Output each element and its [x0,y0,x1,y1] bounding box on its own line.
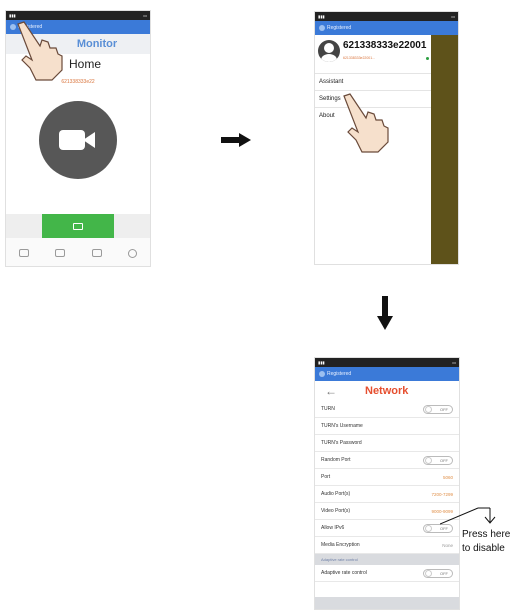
setting-label: Video Port(s) [321,508,351,514]
port-value: 5060 [442,474,453,480]
setting-label: TURN [321,406,335,412]
action-bar [6,214,150,238]
callout-text: Press here to disable [462,528,510,556]
setting-row-turn-password[interactable]: TURN's Password [315,435,459,452]
callout-pointer [440,507,496,525]
registered-label: Registered [327,371,352,377]
video-camera-icon [59,130,85,150]
setting-row-media-encryption[interactable]: Media Encryption None [315,537,459,554]
dimmed-background[interactable] [431,35,458,264]
section-header: Adaptive rate control [315,554,459,565]
registered-label: Registered [327,25,352,31]
avatar [318,40,340,62]
setting-label: Adaptive rate control [321,570,367,576]
signal-icon: ▮▮▮ [9,13,16,18]
settings-icon[interactable] [127,248,137,258]
pointing-hand-icon [343,93,389,153]
setting-row-audio-ports[interactable]: Audio Port(s) 7200-7299 [315,486,459,503]
online-status-icon [426,57,429,60]
video-call-button[interactable] [39,101,117,179]
registered-bar: Registered [315,21,458,35]
callout-line-2: to disable [462,543,505,554]
call-button[interactable] [42,214,114,238]
setting-row-turn-username[interactable]: TURN's Username [315,418,459,435]
back-arrow-icon[interactable]: ← [325,384,337,398]
media-encryption-value: None [442,542,453,548]
phone-icon[interactable] [55,249,66,257]
setting-row-allow-ipv6: Allow IPv6 OFF [315,520,459,537]
setting-row-turn: TURN OFF [315,401,459,418]
setting-row-port[interactable]: Port 5060 [315,469,459,486]
turn-toggle[interactable]: OFF [423,404,453,414]
registered-status-icon [319,371,325,377]
bottom-tab-bar [6,238,150,266]
audio-ports-value: 7200-7299 [431,491,453,497]
setting-label: Port [321,474,331,480]
registered-status-icon [319,25,325,31]
phone-screen-network: ▮▮▮ ▭ Registered ← Network TURN OFF TURN… [314,357,460,610]
random-port-toggle[interactable]: OFF [423,455,453,465]
setting-label: TURN's Password [321,440,362,446]
setting-row-adaptive-rate: Adaptive rate control OFF [315,565,459,582]
video-camera-lens-icon [83,132,95,148]
status-bar: ▮▮▮ ▭ [315,358,459,367]
page-title: Network [365,385,409,397]
callout-line-1: Press here [462,529,511,540]
profile-name: 621338333e22001 [343,40,427,51]
setting-label: Random Port [321,457,351,463]
network-header: ← Network [315,381,459,401]
down-arrow-icon [377,296,393,330]
signal-icon: ▮▮▮ [318,360,325,365]
setting-row-random-port: Random Port OFF [315,452,459,469]
profile-header: 621338333e22001 621338333e22001... [315,35,431,73]
phone-missed-icon[interactable] [91,249,102,257]
right-arrow-icon [221,133,251,147]
setting-row-video-ports[interactable]: Video Port(s) 9000-9099 [315,503,459,520]
setting-label: Media Encryption [321,542,360,548]
menu-item-assistant[interactable]: Assistant [315,73,431,90]
setting-label: Audio Port(s) [321,491,351,497]
adaptive-rate-toggle[interactable]: OFF [423,568,453,578]
setting-label: Allow IPv6 [321,525,345,531]
bottom-bar [315,597,459,609]
mini-camera-icon [73,222,83,230]
battery-icon: ▭ [452,360,456,365]
profile-address: 621338333e22001... [343,56,376,60]
signal-icon: ▮▮▮ [318,14,325,19]
page-title: Monitor [76,38,118,50]
battery-icon: ▭ [143,13,147,18]
pointing-hand-icon [17,21,63,81]
registered-bar: Registered [315,367,459,381]
battery-icon: ▭ [451,14,455,19]
setting-label: TURN's Username [321,423,363,429]
megaphone-icon[interactable] [19,249,30,257]
status-bar: ▮▮▮ ▭ [315,12,458,21]
status-bar: ▮▮▮ ▭ [6,11,150,20]
